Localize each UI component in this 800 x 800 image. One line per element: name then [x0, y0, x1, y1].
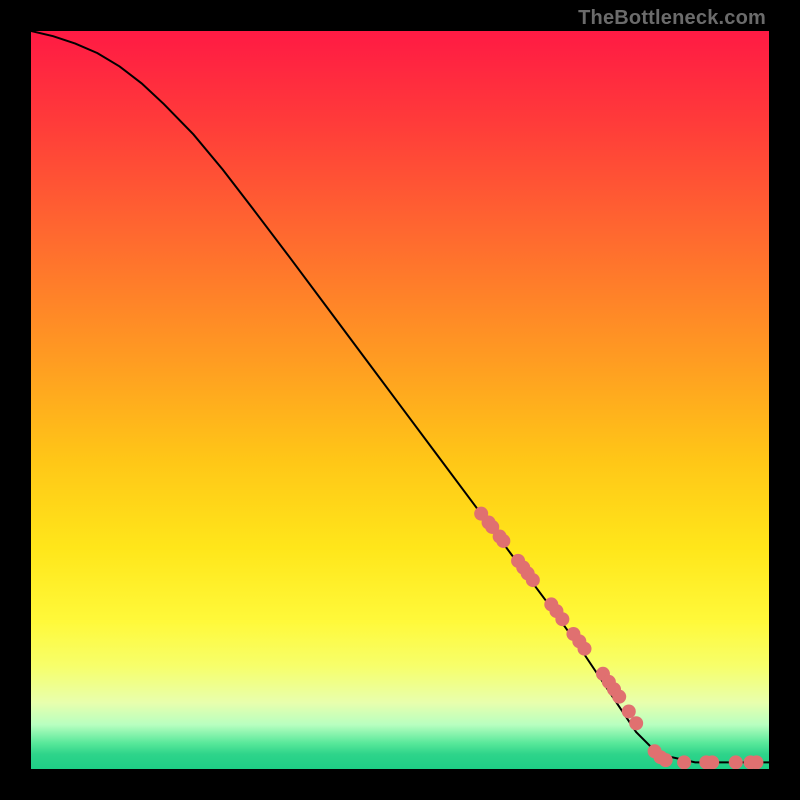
marker-dot [555, 612, 569, 626]
plot-area [31, 31, 769, 769]
chart-stage: TheBottleneck.com [0, 0, 800, 800]
marker-dot [705, 755, 719, 769]
marker-dot [622, 704, 636, 718]
marker-dot [496, 534, 510, 548]
marker-dot [749, 755, 763, 769]
marker-dot [629, 716, 643, 730]
marker-dot [526, 573, 540, 587]
marker-dot [677, 755, 691, 769]
watermark-label: TheBottleneck.com [578, 8, 766, 28]
marker-dot [578, 642, 592, 656]
marker-dot [612, 690, 626, 704]
curve-line [31, 31, 769, 762]
marker-dot [659, 753, 673, 767]
marker-dot [729, 755, 743, 769]
chart-svg [31, 31, 769, 769]
